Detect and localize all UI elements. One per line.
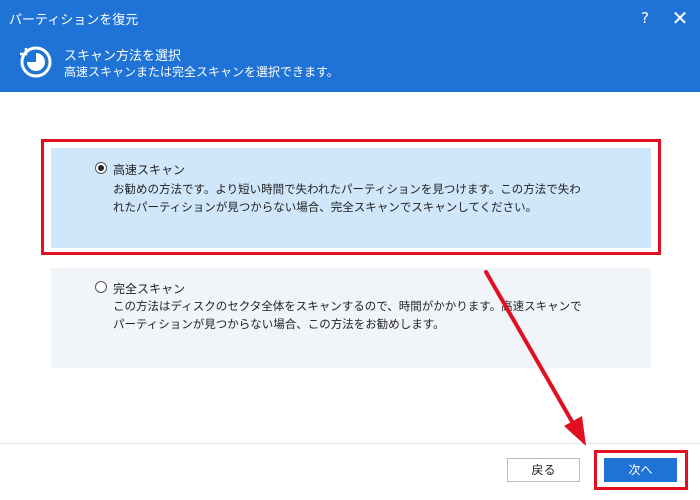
full-scan-radio[interactable] <box>95 281 107 293</box>
header-title: スキャン方法を選択 <box>64 49 182 64</box>
close-button[interactable]: ✕ <box>668 7 692 29</box>
header-subtitle: 高速スキャンまたは完全スキャンを選択できます。 <box>64 65 339 79</box>
full-scan-description: この方法はディスクのセクタ全体をスキャンするので、時間がかかります。高速スキャン… <box>113 299 582 331</box>
next-button[interactable]: 次へ <box>604 458 677 482</box>
title-bar: パーティションを復元 ? ✕ <box>0 0 700 36</box>
help-button[interactable]: ? <box>634 7 656 29</box>
full-scan-label: 完全スキャン <box>113 282 186 296</box>
wizard-header: スキャン方法を選択 高速スキャンまたは完全スキャンを選択できます。 <box>0 36 700 92</box>
quick-scan-description: お勧めの方法です。より短い時間で失われたパーティションを見つけます。この方法で失… <box>113 182 581 214</box>
back-button[interactable]: 戻る <box>507 458 580 482</box>
restore-clock-icon <box>20 46 52 78</box>
footer-divider <box>0 443 700 444</box>
quick-scan-label: 高速スキャン <box>113 163 186 177</box>
quick-scan-radio[interactable] <box>95 162 107 174</box>
window-title: パーティションを復元 <box>9 13 139 28</box>
